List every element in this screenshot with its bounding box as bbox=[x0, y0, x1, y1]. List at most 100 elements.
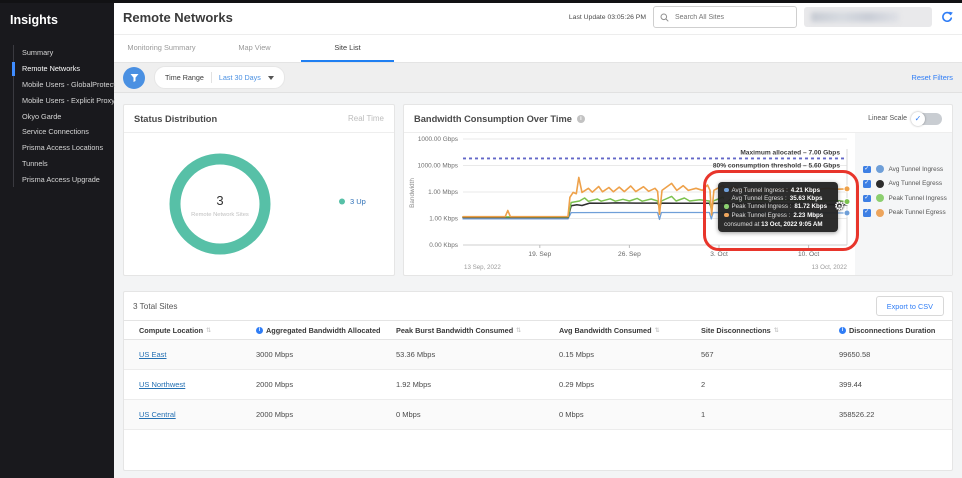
sidebar-item-okyo-garde[interactable]: Okyo Garde bbox=[14, 108, 114, 124]
tooltip-series-dot bbox=[724, 212, 729, 218]
filter-button[interactable] bbox=[123, 66, 145, 89]
status-legend-label[interactable]: 3 Up bbox=[350, 197, 366, 206]
y-tick-label: 1000.00 Gbps bbox=[418, 136, 458, 143]
table-row: US Central 2000 Mbps 0 Mbps 0 Mbps 1 358526.2… bbox=[124, 400, 952, 430]
sort-icon[interactable]: ⇅ bbox=[655, 327, 660, 334]
redacted-account-selector[interactable] bbox=[804, 7, 932, 27]
tooltip-series-label: Peak Tunnel Ingress : bbox=[731, 203, 792, 211]
cell-compute-location: US Northwest bbox=[124, 380, 241, 389]
column-label: Compute Location bbox=[139, 325, 204, 335]
top-panels-row: Status Distribution Real Time 3 Remote N… bbox=[123, 104, 953, 276]
table-header-row: Compute Location ⇅ i Aggregated Bandwidth A… bbox=[124, 320, 952, 340]
cell-site-disconnections: 567 bbox=[701, 350, 714, 359]
sidebar-item-prisma-access-locations[interactable]: Prisma Access Locations bbox=[14, 140, 114, 156]
cell-disconnections-duration: 99650.58 bbox=[839, 350, 871, 359]
main-area: Remote Networks Last Update 03:05:26 PM … bbox=[114, 0, 962, 478]
gear-cursor-icon: ⚙ bbox=[834, 199, 845, 213]
reset-filters-link[interactable]: Reset Filters bbox=[912, 73, 953, 82]
table-row: US Northwest 2000 Mbps 1.92 Mbps 0.29 Mbps 2… bbox=[124, 370, 952, 400]
y-tick-label: 1000.00 Mbps bbox=[417, 163, 458, 170]
tooltip-row: Avg Tunnel Egress :35.63 Kbps bbox=[724, 194, 832, 202]
threshold-label: Maximum allocated – 7.00 Gbps bbox=[740, 150, 840, 157]
x-tick-label: 3. Oct bbox=[710, 251, 728, 258]
legend-item-avg-tunnel-egress[interactable]: ✓ Avg Tunnel Egress bbox=[855, 177, 952, 192]
sort-icon[interactable]: ⇅ bbox=[774, 327, 779, 334]
content-area: Status Distribution Real Time 3 Remote N… bbox=[114, 93, 962, 471]
sites-table-panel: 3 Total Sites Export to CSV Compute Loca… bbox=[123, 291, 953, 471]
tooltip-series-value: 4.21 Kbps bbox=[790, 186, 821, 194]
cell-peak-burst-bandwidth-consumed: 53.36 Mbps bbox=[396, 350, 436, 359]
legend-item-avg-tunnel-ingress[interactable]: ✓ Avg Tunnel Ingress bbox=[855, 162, 952, 177]
status-distribution-panel: Status Distribution Real Time 3 Remote N… bbox=[123, 104, 395, 276]
linear-scale-toggle[interactable]: ✓ bbox=[911, 111, 942, 126]
column-header-disconnections-duration: i Disconnections Duration bbox=[824, 326, 952, 335]
sidebar-item-service-connections[interactable]: Service Connections bbox=[14, 124, 114, 140]
tooltip-series-label: Avg Tunnel Ingress : bbox=[731, 186, 788, 194]
donut-count: 3 bbox=[216, 193, 223, 208]
legend-color-dot bbox=[875, 194, 884, 203]
filter-bar: Time Range Last 30 Days Reset Filters bbox=[114, 63, 962, 93]
tab-map-view[interactable]: Map View bbox=[208, 35, 301, 62]
chart-legend: ✓ Avg Tunnel Ingress ✓ Avg Tunnel Egress ✓ Pe… bbox=[855, 133, 952, 275]
column-header-site-disconnections[interactable]: Site Disconnections ⇅ bbox=[686, 326, 824, 335]
site-link-us-northwest[interactable]: US Northwest bbox=[139, 380, 185, 389]
sidebar-item-remote-networks[interactable]: Remote Networks bbox=[12, 61, 114, 77]
search-input[interactable] bbox=[673, 12, 790, 22]
bandwidth-panel-header: Bandwidth Consumption Over Time i Linear… bbox=[404, 105, 952, 133]
sidebar-item-summary[interactable]: Summary bbox=[14, 45, 114, 61]
tooltip-series-dot bbox=[724, 204, 729, 209]
column-header-peak-burst-bandwidth-consumed[interactable]: Peak Burst Bandwidth Consumed ⇅ bbox=[381, 326, 544, 335]
refresh-icon[interactable] bbox=[939, 10, 954, 25]
tooltip-rows: Avg Tunnel Ingress :4.21 Kbps Avg Tunnel … bbox=[724, 186, 832, 219]
sidebar-item-mobile-users-globalprotect[interactable]: Mobile Users - GlobalProtect bbox=[14, 77, 115, 93]
window-top-strip bbox=[0, 0, 962, 3]
search-box[interactable] bbox=[653, 6, 797, 28]
table-row: US East 3000 Mbps 53.36 Mbps 0.15 Mbps 567 99… bbox=[124, 340, 952, 370]
cell-aggregated-bandwidth-allocated: 2000 Mbps bbox=[256, 410, 294, 419]
legend-color-dot bbox=[875, 208, 884, 217]
info-icon: i bbox=[576, 114, 585, 123]
sidebar-item-prisma-access-upgrade[interactable]: Prisma Access Upgrade bbox=[14, 171, 114, 187]
sort-icon[interactable]: ⇅ bbox=[206, 327, 211, 334]
sidebar-item-mobile-users-explicit-proxy[interactable]: Mobile Users - Explicit Proxy bbox=[14, 92, 115, 108]
tooltip-series-label: Avg Tunnel Egress : bbox=[731, 194, 787, 202]
export-to-csv-button[interactable]: Export to CSV bbox=[875, 296, 944, 316]
cell-avg-bandwidth-consumed: 0 Mbps bbox=[559, 410, 584, 419]
sidebar-item-tunnels[interactable]: Tunnels bbox=[14, 155, 114, 171]
cell-disconnections-duration: 358526.22 bbox=[839, 410, 875, 419]
cell-compute-location: US East bbox=[124, 350, 241, 359]
cell-aggregated-bandwidth-allocated: 3000 Mbps bbox=[256, 350, 294, 359]
column-header-compute-location[interactable]: Compute Location ⇅ bbox=[124, 326, 241, 335]
tab-site-list[interactable]: Site List bbox=[301, 35, 394, 62]
table-toolbar: 3 Total Sites Export to CSV bbox=[124, 292, 952, 320]
x-tick-label: 10. Oct bbox=[798, 251, 819, 258]
column-header-avg-bandwidth-consumed[interactable]: Avg Bandwidth Consumed ⇅ bbox=[544, 326, 686, 335]
tooltip-series-value: 35.63 Kbps bbox=[789, 194, 823, 202]
threshold-label: 80% consumption threshold – 5.60 Gbps bbox=[713, 162, 840, 169]
tooltip-row: Peak Tunnel Egress :2.23 Mbps bbox=[724, 211, 832, 219]
site-link-us-east[interactable]: US East bbox=[139, 350, 167, 359]
tab-monitoring-summary[interactable]: Monitoring Summary bbox=[115, 35, 208, 62]
toggle-knob-check: ✓ bbox=[911, 111, 925, 126]
site-link-us-central[interactable]: US Central bbox=[139, 410, 176, 419]
legend-item-peak-tunnel-ingress[interactable]: ✓ Peak Tunnel Ingress bbox=[855, 191, 952, 206]
legend-checkbox[interactable]: ✓ bbox=[863, 180, 871, 188]
legend-checkbox[interactable]: ✓ bbox=[863, 165, 871, 173]
realtime-badge: Real Time bbox=[347, 114, 384, 123]
time-range-selector[interactable]: Time Range Last 30 Days bbox=[154, 66, 285, 89]
tooltip-footer: consumed at 13 Oct, 2022 9:05 AM bbox=[724, 220, 823, 228]
column-label: Disconnections Duration bbox=[849, 325, 936, 335]
legend-checkbox[interactable]: ✓ bbox=[863, 194, 871, 202]
legend-checkbox[interactable]: ✓ bbox=[863, 209, 871, 217]
status-donut-chart: 3 Remote Network Sites 3 Up bbox=[169, 153, 366, 255]
tooltip-series-dot bbox=[724, 187, 729, 193]
linear-scale-control: Linear Scale ✓ bbox=[868, 111, 942, 126]
y-tick-label: 0.00 Kbps bbox=[429, 242, 458, 249]
page-header: Remote Networks Last Update 03:05:26 PM bbox=[114, 0, 962, 35]
legend-item-peak-tunnel-egress[interactable]: ✓ Peak Tunnel Egress bbox=[855, 206, 952, 221]
cell-peak-burst-bandwidth-consumed: 0 Mbps bbox=[396, 410, 421, 419]
sort-icon[interactable]: ⇅ bbox=[516, 327, 521, 334]
legend-color-dot bbox=[875, 165, 884, 174]
column-label: Avg Bandwidth Consumed bbox=[559, 325, 652, 335]
tooltip-row: Peak Tunnel Ingress :81.72 Kbps bbox=[724, 203, 832, 211]
